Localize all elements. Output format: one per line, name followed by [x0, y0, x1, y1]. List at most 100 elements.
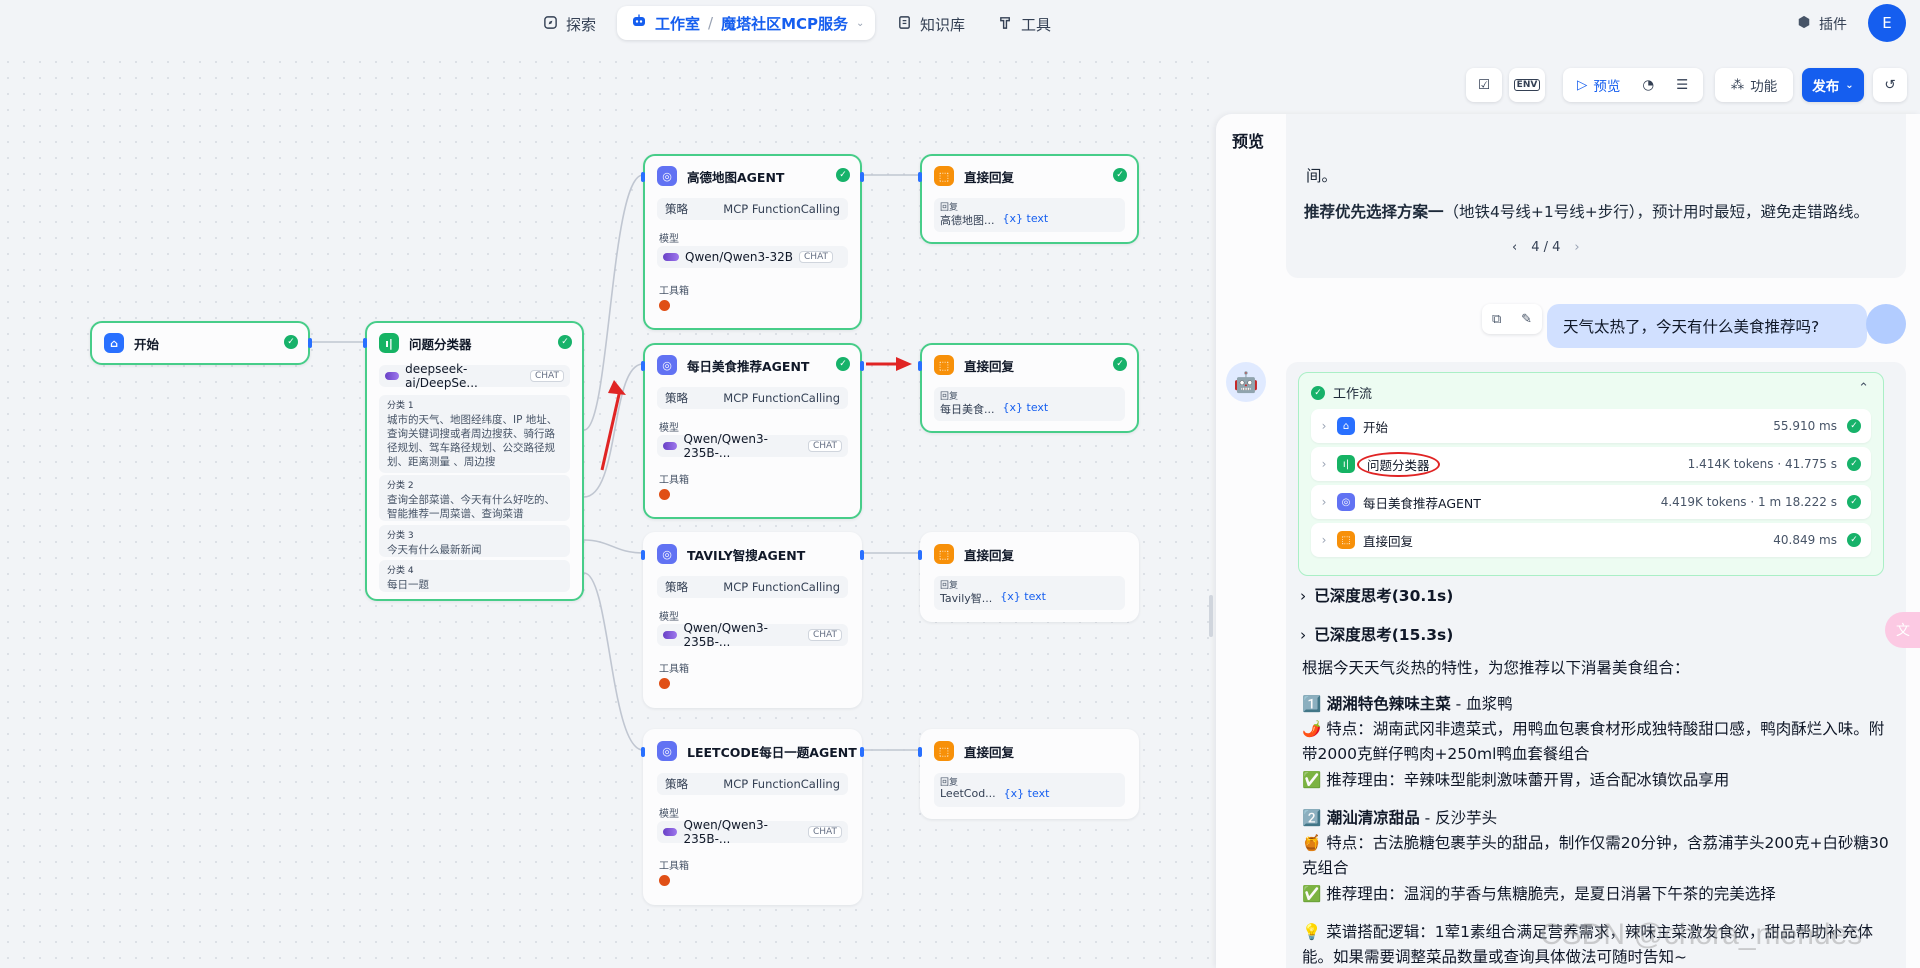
input-handle[interactable] [363, 338, 367, 348]
run-history-icon[interactable]: ◔ [1642, 77, 1654, 93]
robot-icon [631, 13, 647, 33]
node-direct-reply-3[interactable]: ⬚ 直接回复 回复 Tavily智... {x} text [918, 532, 1139, 622]
model-label: 模型 [659, 234, 679, 245]
model-logo-icon [663, 442, 678, 450]
chevron-right-icon: › [1321, 533, 1327, 547]
features-button[interactable]: ⁂ 功能 [1715, 68, 1793, 102]
model-tag: CHAT [807, 826, 842, 838]
input-handle[interactable] [641, 172, 645, 182]
strategy-value: MCP FunctionCalling [723, 391, 840, 405]
reply-source: 每日美食... [940, 403, 995, 416]
success-check-icon: ✓ [836, 168, 850, 182]
tools-label: 工具箱 [659, 286, 689, 297]
node-agent-leetcode[interactable]: ◎ LEETCODE每日一题AGENT 策略 MCP FunctionCallin… [641, 729, 864, 905]
reply-source: LeetCod... [940, 787, 996, 800]
node-start[interactable]: ⌂ 开始 ✓ [90, 321, 312, 365]
node-reply-title: 直接回复 [964, 358, 1015, 374]
classifier-model[interactable]: deepseek-ai/DeepSe... CHAT [379, 362, 570, 390]
previous-answer-tail: 间。 [1306, 167, 1338, 185]
top-nav-bar: 探索 工作室 / 魔塔社区MCP服务 ⌄ 知识库 工具 插件 E [0, 0, 1920, 50]
version-history-button[interactable]: ↺ [1873, 68, 1907, 102]
chevron-up-icon[interactable]: ⌃ [1858, 381, 1869, 396]
output-handle[interactable] [308, 338, 312, 348]
nav-tools-label: 工具 [1021, 15, 1052, 34]
checklist-button[interactable]: ☑ [1466, 68, 1502, 102]
preview-group: ▷ 预览 ◔ ☰ [1563, 68, 1703, 102]
node-reply-title: 直接回复 [964, 547, 1015, 563]
clock-tool-icon [659, 875, 670, 886]
input-handle[interactable] [918, 747, 922, 757]
success-check-icon: ✓ [1847, 457, 1861, 471]
nav-studio[interactable]: 工作室 / 魔塔社区MCP服务 ⌄ [617, 6, 875, 40]
class-text: 每日一题 [387, 579, 429, 591]
workflow-process-panel[interactable]: ✓ 工作流 ⌃ › ⌂ 开始 55.910 ms ✓ › ı| 问题分类器 1.… [1298, 372, 1884, 576]
reply-variable: 回复 LeetCod... {x} text [934, 773, 1125, 807]
agent-model[interactable]: Qwen/Qwen3-235B-... CHAT [657, 818, 848, 846]
agent-model[interactable]: Qwen/Qwen3-32B CHAT [657, 246, 848, 268]
nav-explore[interactable]: 探索 [543, 8, 596, 40]
agent-model[interactable]: Qwen/Qwen3-235B-... CHAT [657, 621, 848, 649]
model-tag: CHAT [807, 440, 842, 452]
history-icon: ↺ [1884, 77, 1896, 93]
translate-icon[interactable]: 文 [1885, 612, 1920, 648]
reply-source: 高德地图... [940, 214, 995, 227]
nav-plugins[interactable]: 插件 [1797, 8, 1847, 40]
node-direct-reply-4[interactable]: ⬚ 直接回复 回复 LeetCod... {x} text [918, 729, 1139, 819]
deep-think-toggle-2[interactable]: › 已深度思考(15.3s) [1300, 623, 1453, 645]
app-name[interactable]: 魔塔社区MCP服务 [721, 13, 848, 34]
user-avatar[interactable]: E [1868, 4, 1906, 42]
input-handle[interactable] [641, 747, 645, 757]
node-reply-header: ⬚ 直接回复 [934, 355, 1014, 375]
deep-think-toggle-1[interactable]: › 已深度思考(30.1s) [1300, 584, 1453, 606]
output-handle[interactable] [860, 550, 864, 560]
reply-var: {x} text [1003, 787, 1050, 800]
success-check-icon: ✓ [836, 357, 850, 371]
workflow-step[interactable]: › ⬚ 直接回复 40.849 ms ✓ [1311, 523, 1871, 557]
workflow-header[interactable]: ✓ 工作流 [1311, 383, 1372, 402]
panel-resize-handle[interactable] [1209, 595, 1213, 637]
agent-model[interactable]: Qwen/Qwen3-235B-... CHAT [657, 432, 848, 460]
node-direct-reply-1[interactable]: ⬚ 直接回复 ✓ 回复 高德地图... {x} text [918, 154, 1139, 244]
copy-icon[interactable]: ⧉ [1492, 312, 1501, 327]
node-agent-amap[interactable]: ◎ 高德地图AGENT ✓ 策略 MCP FunctionCalling 模型 Q… [641, 154, 864, 330]
chevron-right-icon[interactable]: › [1574, 240, 1579, 255]
node-agent-food[interactable]: ◎ 每日美食推荐AGENT ✓ 策略 MCP FunctionCalling 模型… [641, 343, 864, 519]
agent-icon: ◎ [657, 166, 677, 186]
preview-label: 预览 [1593, 79, 1621, 95]
env-button[interactable]: ENV [1509, 68, 1545, 102]
chevron-left-icon[interactable]: ‹ [1512, 240, 1517, 255]
input-handle[interactable] [918, 550, 922, 560]
dish1-name: - 血浆鸭 [1450, 695, 1513, 713]
node-agent-tavily[interactable]: ◎ TAVILY智搜AGENT 策略 MCP FunctionCalling 模型… [641, 532, 864, 708]
publish-button[interactable]: 发布 ⌄ [1802, 68, 1864, 102]
preview-panel: 预览 ↻ ✕ 间。 推荐优先选择方案一（地铁4号线+1号线+步行），预计用时最短… [1216, 114, 1920, 968]
workflow-step[interactable]: › ◎ 每日美食推荐AGENT 4.419K tokens · 1 m 18.2… [1311, 485, 1871, 519]
edit-icon[interactable]: ✎ [1521, 312, 1532, 327]
input-handle[interactable] [918, 172, 922, 182]
chevron-down-icon[interactable]: ⌄ [856, 18, 864, 29]
nav-tools[interactable]: 工具 [998, 8, 1051, 40]
preview-button[interactable]: ▷ 预览 [1577, 75, 1620, 95]
user-chat-avatar [1866, 304, 1906, 344]
class-label: 分类 4 [387, 566, 414, 576]
output-handle[interactable] [860, 747, 864, 757]
input-handle[interactable] [918, 361, 922, 371]
compass-icon [543, 15, 558, 34]
model-tag: CHAT [807, 629, 842, 641]
workflow-step-meta: 40.849 ms [1773, 533, 1837, 547]
nav-knowledge-label: 知识库 [920, 15, 966, 34]
input-handle[interactable] [641, 361, 645, 371]
list-icon[interactable]: ☰ [1676, 77, 1688, 93]
model-logo-icon [663, 253, 679, 261]
output-handle[interactable] [860, 361, 864, 371]
output-handle[interactable] [860, 172, 864, 182]
workflow-step[interactable]: › ⌂ 开始 55.910 ms ✓ [1311, 409, 1871, 443]
nav-knowledge[interactable]: 知识库 [897, 8, 965, 40]
input-handle[interactable] [641, 550, 645, 560]
node-question-classifier[interactable]: ı| 问题分类器 ✓ deepseek-ai/DeepSe... CHAT 分类… [363, 321, 584, 601]
clock-tool-icon [659, 678, 670, 689]
nav-studio-label: 工作室 [655, 14, 701, 33]
node-direct-reply-2[interactable]: ⬚ 直接回复 ✓ 回复 每日美食... {x} text [918, 343, 1139, 433]
workflow-step[interactable]: › ı| 问题分类器 1.414K tokens · 41.775 s ✓ [1311, 447, 1871, 481]
watermark-text: CSDN @chora_mendes [1540, 918, 1863, 951]
